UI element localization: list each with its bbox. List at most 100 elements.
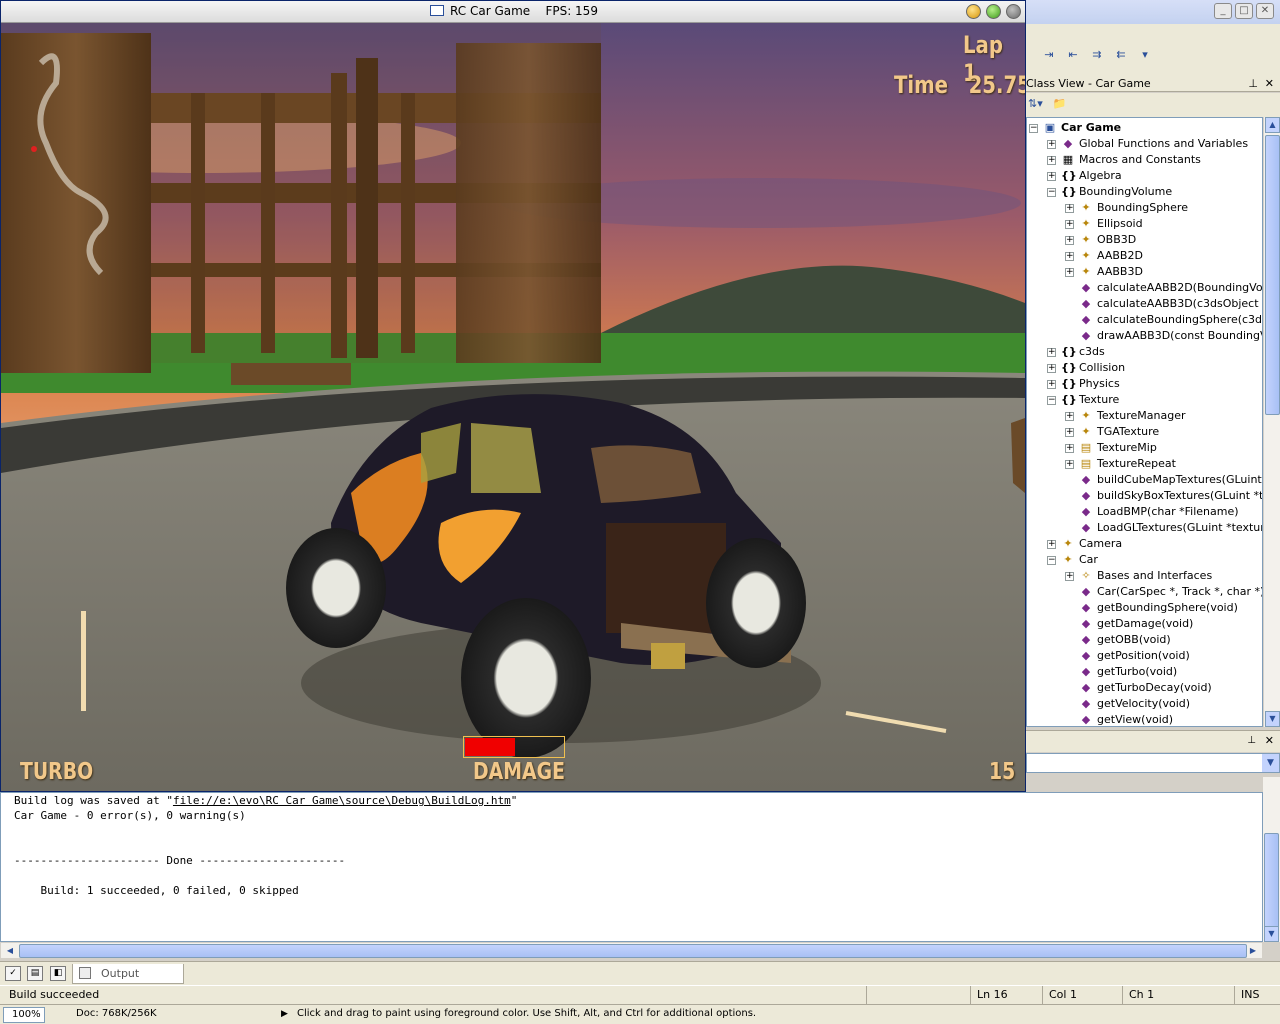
chevron-down-icon[interactable]: ▼: [1262, 754, 1279, 772]
scroll-up-icon[interactable]: ▲: [1265, 117, 1280, 133]
close-icon[interactable]: ✕: [1265, 76, 1274, 91]
sort-icon[interactable]: ⇅▾: [1028, 97, 1043, 113]
tree-item[interactable]: ◆ getTurboDecay(void): [1027, 680, 1262, 696]
comment-icon[interactable]: ⇉: [1088, 48, 1106, 64]
properties-object-combo[interactable]: ▼: [1026, 753, 1280, 773]
outdent-icon[interactable]: ⇤: [1064, 48, 1082, 64]
class-view-scrollbar[interactable]: ▲ ▼: [1263, 117, 1280, 727]
tree-item[interactable]: − ✦ Car: [1027, 552, 1262, 568]
tree-item[interactable]: + {} Algebra: [1027, 168, 1262, 184]
expand-icon[interactable]: +: [1047, 172, 1056, 181]
output-horizontal-scrollbar[interactable]: ◀ ▶: [0, 942, 1263, 959]
expand-icon[interactable]: +: [1065, 460, 1074, 469]
tree-item[interactable]: ◆ LoadGLTextures(GLuint *texture): [1027, 520, 1262, 536]
pin-icon[interactable]: ⊥: [1248, 76, 1258, 91]
collapse-icon[interactable]: −: [1029, 124, 1038, 133]
command-window-icon[interactable]: ▤: [27, 966, 43, 981]
tree-item[interactable]: ◆ getPosition(void): [1027, 648, 1262, 664]
close-icon[interactable]: [1006, 4, 1021, 19]
tree-item[interactable]: ◆ LoadBMP(char *Filename): [1027, 504, 1262, 520]
expand-icon[interactable]: +: [1065, 412, 1074, 421]
chevron-down-icon[interactable]: ▾: [1136, 48, 1154, 64]
expand-icon[interactable]: +: [1065, 268, 1074, 277]
new-folder-icon[interactable]: 📁: [1053, 97, 1067, 113]
close-icon[interactable]: ✕: [1265, 734, 1274, 747]
expand-icon[interactable]: +: [1047, 364, 1056, 373]
output-pane[interactable]: Build log was saved at "file://e:\evo\RC…: [0, 792, 1263, 942]
tree-item[interactable]: −{} BoundingVolume: [1027, 184, 1262, 200]
tree-item[interactable]: − ▣ Car Game: [1027, 120, 1262, 136]
expand-icon[interactable]: +: [1047, 540, 1056, 549]
tree-item[interactable]: + ✦ BoundingSphere: [1027, 200, 1262, 216]
scroll-right-icon[interactable]: ▶: [1245, 944, 1261, 958]
tree-item[interactable]: + {} Collision: [1027, 360, 1262, 376]
scrollbar-thumb[interactable]: [1265, 135, 1280, 415]
expand-icon[interactable]: +: [1065, 444, 1074, 453]
expand-icon[interactable]: +: [1065, 220, 1074, 229]
tree-item[interactable]: + ✦ AABB2D: [1027, 248, 1262, 264]
expand-icon[interactable]: +: [1065, 428, 1074, 437]
tree-item[interactable]: ◆ getVelocity(void): [1027, 696, 1262, 712]
tree-item[interactable]: ◆ getTurbo(void): [1027, 664, 1262, 680]
build-log-link[interactable]: file://e:\evo\RC Car Game\source\Debug\B…: [173, 794, 511, 807]
tree-item[interactable]: ◆ getDamage(void): [1027, 616, 1262, 632]
expand-icon[interactable]: +: [1047, 380, 1056, 389]
scroll-left-icon[interactable]: ◀: [2, 944, 18, 958]
restore-icon[interactable]: □: [1235, 3, 1253, 19]
minimize-icon[interactable]: _: [1214, 3, 1232, 19]
expand-icon[interactable]: +: [1047, 140, 1056, 149]
tree-item[interactable]: −{} Texture: [1027, 392, 1262, 408]
zoom-field[interactable]: 100%: [3, 1007, 45, 1023]
indent-icon[interactable]: ⇥: [1040, 48, 1058, 64]
tree-item[interactable]: + {} Physics: [1027, 376, 1262, 392]
uncomment-icon[interactable]: ⇇: [1112, 48, 1130, 64]
tab-output[interactable]: Output: [72, 964, 184, 984]
tree-item[interactable]: + ◆ Global Functions and Variables: [1027, 136, 1262, 152]
tree-item[interactable]: ◆ calculateAABB3D(c3dsObject *this: [1027, 296, 1262, 312]
tree-item[interactable]: + {} c3ds: [1027, 344, 1262, 360]
tree-item[interactable]: ◆ calculateBoundingSphere(c3dsObj: [1027, 312, 1262, 328]
play-arrow-icon[interactable]: ▶: [281, 1005, 288, 1023]
task-list-icon[interactable]: ✓: [5, 966, 21, 981]
tree-item[interactable]: ◆ buildSkyBoxTextures(GLuint *tex: [1027, 488, 1262, 504]
game-viewport[interactable]: [1, 23, 1025, 791]
tree-item[interactable]: ◆ getOBB(void): [1027, 632, 1262, 648]
close-icon[interactable]: ✕: [1256, 3, 1274, 19]
tree-item[interactable]: + ▦ Macros and Constants: [1027, 152, 1262, 168]
tree-item[interactable]: ◆ getBoundingSphere(void): [1027, 600, 1262, 616]
tree-item[interactable]: + ✦ TextureManager: [1027, 408, 1262, 424]
tree-item[interactable]: ◆ Car(CarSpec *, Track *, char *): [1027, 584, 1262, 600]
tree-item-label: BoundingSphere: [1097, 201, 1188, 214]
tree-item[interactable]: + ✦ Camera: [1027, 536, 1262, 552]
tree-item[interactable]: ◆ drawAABB3D(const BoundingVolur: [1027, 328, 1262, 344]
output-vertical-scrollbar[interactable]: ▼: [1263, 777, 1280, 942]
collapse-icon[interactable]: −: [1047, 396, 1056, 405]
collapse-icon[interactable]: −: [1047, 188, 1056, 197]
tree-item[interactable]: + ▤ TextureMip: [1027, 440, 1262, 456]
expand-icon[interactable]: +: [1065, 572, 1074, 581]
scrollbar-thumb[interactable]: [19, 944, 1247, 958]
expand-icon[interactable]: +: [1065, 252, 1074, 261]
tree-item[interactable]: ◆ getView(void): [1027, 712, 1262, 726]
scroll-down-icon[interactable]: ▼: [1264, 926, 1279, 942]
expand-icon[interactable]: +: [1047, 348, 1056, 357]
scrollbar-thumb[interactable]: [1264, 833, 1279, 933]
class-icon: ✦: [1081, 233, 1091, 246]
tree-item[interactable]: + ✦ Ellipsoid: [1027, 216, 1262, 232]
pin-icon[interactable]: ⊥: [1247, 735, 1256, 746]
expand-icon[interactable]: +: [1065, 204, 1074, 213]
maximize-icon[interactable]: [986, 4, 1001, 19]
expand-icon[interactable]: +: [1065, 236, 1074, 245]
scroll-down-icon[interactable]: ▼: [1265, 711, 1280, 727]
tree-item[interactable]: + ✦ OBB3D: [1027, 232, 1262, 248]
collapse-icon[interactable]: −: [1047, 556, 1056, 565]
tree-item[interactable]: + ✦ TGATexture: [1027, 424, 1262, 440]
tree-item[interactable]: ◆ calculateAABB2D(BoundingVolume: [1027, 280, 1262, 296]
expand-icon[interactable]: +: [1047, 156, 1056, 165]
tree-item[interactable]: + ▤ TextureRepeat: [1027, 456, 1262, 472]
minimize-icon[interactable]: [966, 4, 981, 19]
tree-item[interactable]: + ✧ Bases and Interfaces: [1027, 568, 1262, 584]
find-results-icon[interactable]: ◧: [50, 966, 66, 981]
tree-item[interactable]: ◆ buildCubeMapTextures(GLuint *te: [1027, 472, 1262, 488]
tree-item[interactable]: + ✦ AABB3D: [1027, 264, 1262, 280]
